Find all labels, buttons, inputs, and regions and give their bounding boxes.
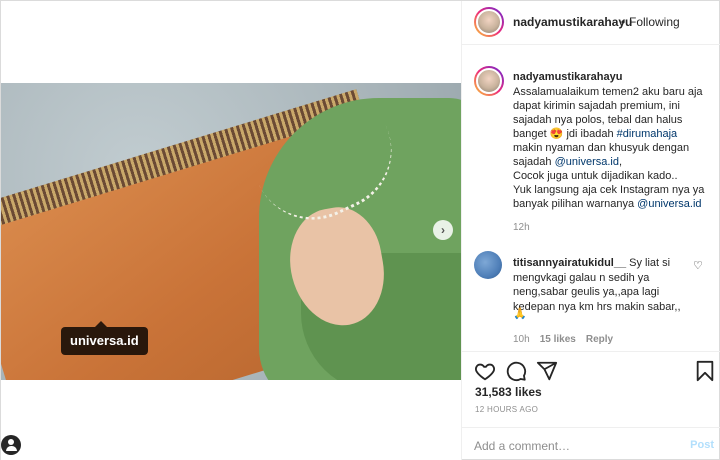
side-panel: nadyamustikarahayu • Following nadyamust… [461, 1, 720, 460]
add-comment-bar: Post [462, 427, 720, 460]
comment-icon[interactable] [505, 360, 527, 382]
chevron-right-icon[interactable]: › [433, 220, 453, 240]
likes-count[interactable]: 31,583 likes [475, 385, 542, 399]
hashtag-link[interactable]: #dirumahaja [617, 128, 678, 140]
share-icon[interactable] [536, 360, 558, 382]
comment-line: neng,sabar geulis ya,,apa lagi [513, 286, 660, 298]
caption-line: banyak pilihan warnanya @universa.id [513, 197, 718, 211]
caption-line: makin nyaman dan khusyuk dengan [513, 142, 690, 154]
caption-line: dapat kirimin sajadah premium, ini [513, 100, 680, 112]
following-button[interactable]: Following [629, 15, 680, 29]
caption-text-span: jdi ibadah [566, 128, 614, 140]
post-button[interactable]: Post [690, 439, 714, 451]
comment-username[interactable]: titisannyairatukidul__ [513, 257, 626, 269]
caption-comma: , [618, 156, 623, 168]
caption-line: sajadah nya polos, tebal dan halus [513, 114, 683, 126]
comment-heart-icon[interactable]: ♡ [693, 259, 703, 272]
product-tag[interactable]: universa.id [61, 321, 148, 355]
caption-text: Assalamualaikum temen2 aku baru aja dapa… [513, 85, 718, 211]
caption-avatar-image [476, 68, 502, 94]
comment-likes[interactable]: 15 likes [540, 334, 576, 345]
instagram-post: › universa.id nadyamustikarahayu • Follo… [0, 0, 720, 460]
post-header: nadyamustikarahayu • Following [462, 1, 720, 45]
media-area: › universa.id [1, 1, 461, 460]
reply-button[interactable]: Reply [586, 334, 613, 345]
emoji: 😍 [549, 128, 564, 140]
comment-text-span: Sy liat si [629, 257, 671, 269]
caption-line: Cocok juga untuk dijadikan kado.. [513, 170, 678, 182]
caption-line: Yuk langsung aja cek Instagram nya ya [513, 184, 705, 196]
heart-icon[interactable] [474, 360, 496, 382]
comment-line: mengvkagi galau n sedih ya [513, 271, 650, 284]
comment-line: kedepan nya km hrs makin sabar,, [513, 300, 681, 313]
user-tag-body [5, 446, 17, 451]
caption-line: Assalamualaikum temen2 aku baru aja [513, 86, 703, 98]
comment-line: titisannyairatukidul__ Sy liat si [513, 256, 693, 271]
comment-timestamp[interactable]: 10h [513, 334, 530, 345]
post-timestamp[interactable]: 12 HOURS AGO [475, 405, 538, 414]
comment-text: titisannyairatukidul__ Sy liat si mengvk… [513, 256, 693, 314]
avatar[interactable] [474, 7, 504, 37]
caption-text-span: banget [513, 128, 547, 140]
header-username[interactable]: nadyamustikarahayu [513, 15, 632, 29]
header-separator: • [621, 15, 626, 29]
caption-timestamp[interactable]: 12h [513, 222, 530, 233]
caption-line: sajadah @universa.id, [513, 155, 718, 169]
bookmark-icon[interactable] [694, 360, 716, 382]
comment-meta: 10h 15 likes Reply [513, 334, 613, 345]
caption-avatar[interactable] [474, 66, 504, 96]
caption-username[interactable]: nadyamustikarahayu [513, 71, 622, 83]
caption-text-span: banyak pilihan warnanya [513, 198, 635, 210]
avatar-image [476, 9, 502, 35]
comments-section[interactable]: nadyamustikarahayu Assalamualaikum temen… [462, 45, 720, 351]
caption-line: banget 😍 jdi ibadah #dirumahaja [513, 127, 718, 141]
mention-link[interactable]: @universa.id [555, 156, 619, 168]
caption-text-span: sajadah [513, 156, 552, 168]
mention-link[interactable]: @universa.id [637, 198, 701, 210]
comment-input[interactable] [474, 436, 674, 456]
user-tag-icon[interactable] [1, 435, 21, 455]
commenter-avatar[interactable] [474, 251, 502, 279]
user-tag-head [8, 439, 14, 445]
action-bar [462, 351, 720, 387]
comment-emoji: 🙏 [513, 308, 527, 320]
